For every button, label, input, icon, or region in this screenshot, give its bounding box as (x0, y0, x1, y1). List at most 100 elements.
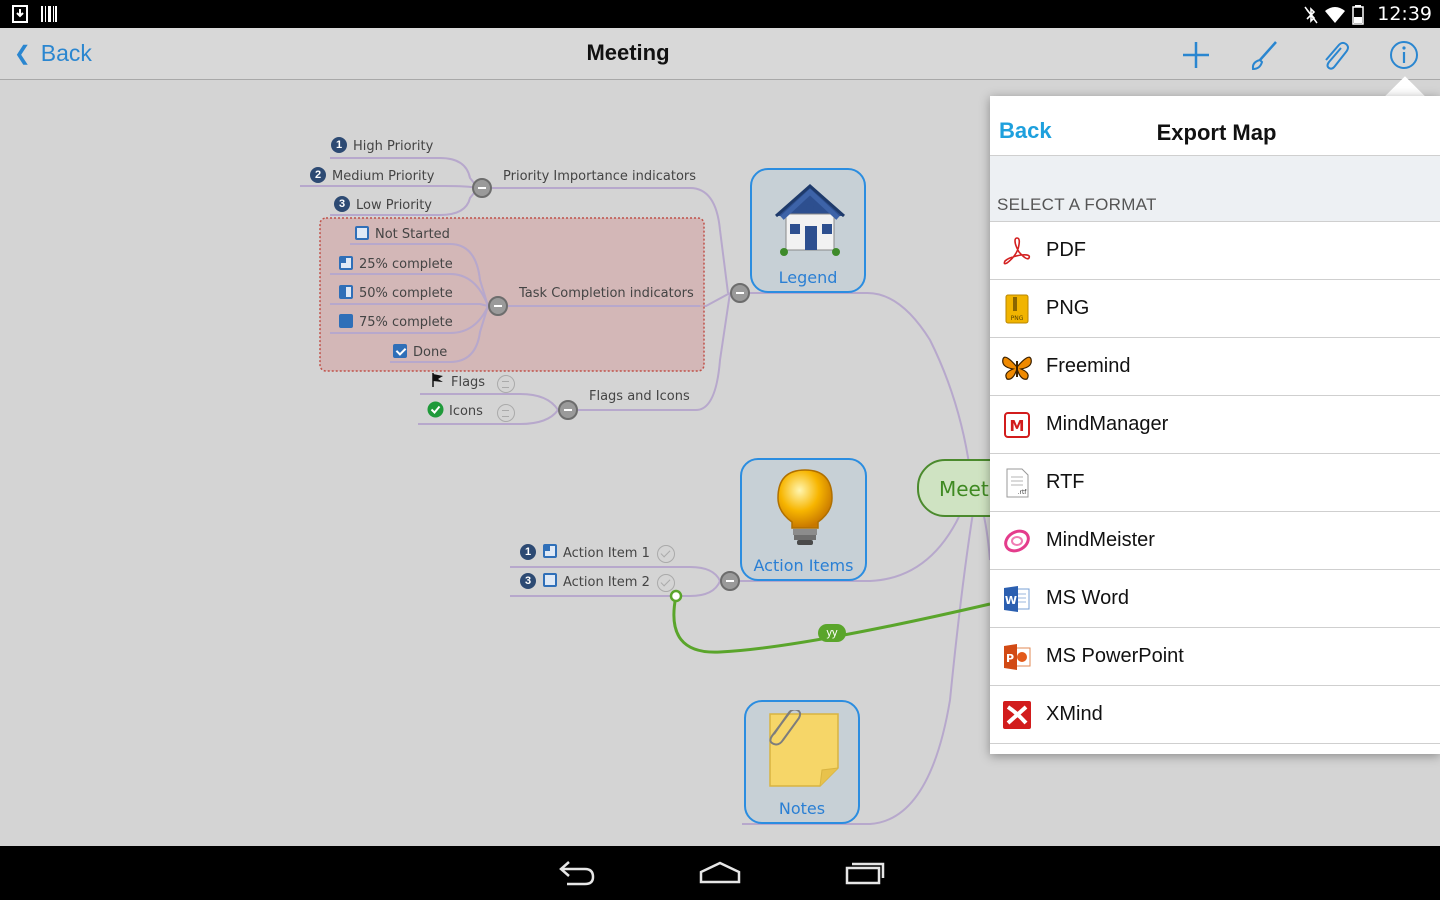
popover-back-button[interactable]: Back (999, 118, 1052, 144)
topic-high-priority[interactable]: High Priority (353, 139, 433, 154)
svg-text:M: M (1010, 417, 1025, 435)
info-button[interactable] (1387, 38, 1421, 72)
topic-low-priority[interactable]: Low Priority (356, 198, 432, 213)
svg-text:P: P (1006, 652, 1014, 665)
topic-done[interactable]: Done (413, 345, 447, 360)
back-nav-icon[interactable] (555, 858, 597, 888)
task-done-icon (393, 344, 407, 358)
add-icon (1183, 42, 1209, 68)
node-action-items-label: Action Items (753, 556, 854, 575)
format-label: PNG (1046, 297, 1090, 319)
node-legend-label: Legend (778, 268, 838, 287)
format-row-mindmeister[interactable]: MindMeister (990, 512, 1440, 570)
format-label: RTF (1046, 471, 1085, 493)
svg-text:PNG: PNG (1011, 315, 1024, 322)
msword-icon: W (1004, 586, 1030, 612)
task-25-icon (339, 256, 353, 270)
download-notification-icon (12, 5, 28, 23)
topic-not-started[interactable]: Not Started (375, 227, 450, 242)
format-row-mspowerpoint[interactable]: P MS PowerPoint (990, 628, 1440, 686)
format-label: MS Word (1046, 587, 1129, 609)
action-bar: ❮ Back Meeting (0, 28, 1440, 80)
collapse-action-items-button[interactable] (720, 571, 740, 591)
section-header: SELECT A FORMAT (990, 156, 1440, 222)
popover-header: Export Map Back (990, 96, 1440, 156)
topic-flags[interactable]: Flags (451, 375, 485, 390)
collapse-task-button[interactable] (488, 296, 508, 316)
format-row-freemind[interactable]: Freemind (990, 338, 1440, 396)
task-50-icon (339, 285, 353, 299)
house-icon (775, 183, 845, 256)
popover-title: Export Map (1156, 120, 1277, 145)
topic-priority-importance[interactable]: Priority Importance indicators (503, 169, 696, 184)
node-legend[interactable]: Legend (750, 168, 866, 293)
format-row-rtf[interactable]: .rtf RTF (990, 454, 1440, 512)
clock: 12:39 (1377, 3, 1432, 25)
format-row-xmind[interactable]: XMind (990, 686, 1440, 744)
xmind-icon (1003, 701, 1031, 729)
priority-3-icon: 3 (520, 573, 536, 589)
mspowerpoint-icon: P (1004, 644, 1031, 670)
completion-check-icon[interactable] (657, 574, 675, 592)
node-notes[interactable]: Notes (744, 700, 860, 824)
note-icon[interactable] (497, 404, 515, 422)
wifi-icon (1325, 7, 1345, 23)
collapse-flags-button[interactable] (558, 400, 578, 420)
task-75-icon (339, 314, 353, 328)
format-label: PDF (1046, 239, 1086, 261)
format-label: Freemind (1046, 355, 1131, 377)
svg-text:W: W (1005, 594, 1017, 607)
task-25-icon (543, 544, 557, 558)
sticky-note-icon (769, 710, 839, 787)
png-icon: PNG (1005, 294, 1029, 324)
mindmeister-icon (1004, 529, 1030, 553)
brush-icon (1251, 41, 1277, 71)
attach-button[interactable] (1317, 38, 1351, 72)
check-circle-icon (427, 401, 444, 418)
topic-25-complete[interactable]: 25% complete (359, 257, 453, 272)
completion-check-icon[interactable] (657, 545, 675, 563)
priority-2-icon: 2 (310, 167, 326, 183)
format-row-msword[interactable]: W MS Word (990, 570, 1440, 628)
flag-icon (432, 373, 443, 387)
topic-icons[interactable]: Icons (449, 404, 483, 419)
paperclip-icon (1325, 41, 1349, 70)
note-icon[interactable] (497, 375, 515, 393)
format-label: MindMeister (1046, 529, 1155, 551)
recents-nav-icon[interactable] (843, 858, 887, 888)
style-button[interactable] (1248, 38, 1282, 72)
topic-action-item-2[interactable]: Action Item 2 (563, 575, 650, 590)
topic-flags-and-icons[interactable]: Flags and Icons (589, 389, 690, 404)
node-action-items[interactable]: Action Items (740, 458, 867, 581)
format-row-mindmanager[interactable]: M MindManager (990, 396, 1440, 454)
topic-50-complete[interactable]: 50% complete (359, 286, 453, 301)
bluetooth-off-icon (1304, 6, 1318, 24)
topic-action-item-1[interactable]: Action Item 1 (563, 546, 650, 561)
topic-75-complete[interactable]: 75% complete (359, 315, 453, 330)
task-not-started-icon (355, 226, 369, 240)
freemind-icon (1002, 356, 1032, 380)
barcode-notification-icon (41, 6, 57, 22)
relationship-label[interactable]: yy (818, 624, 846, 642)
format-label: MindManager (1046, 413, 1169, 435)
task-not-started-icon (543, 573, 557, 587)
info-icon (1390, 41, 1418, 69)
node-notes-label: Notes (778, 799, 826, 818)
topic-medium-priority[interactable]: Medium Priority (332, 169, 434, 184)
collapse-priority-button[interactable] (472, 178, 492, 198)
topic-task-completion[interactable]: Task Completion indicators (519, 286, 694, 301)
svg-text:.rtf: .rtf (1018, 489, 1028, 496)
lightbulb-icon (777, 469, 833, 545)
add-button[interactable] (1179, 38, 1213, 72)
battery-icon (1352, 5, 1364, 25)
mindmanager-icon: M (1004, 412, 1030, 438)
priority-1-icon: 1 (520, 544, 536, 560)
format-row-pdf[interactable]: PDF (990, 222, 1440, 280)
status-bar: 12:39 (0, 0, 1440, 28)
pdf-icon (1003, 237, 1031, 265)
section-label: SELECT A FORMAT (997, 195, 1157, 214)
home-nav-icon[interactable] (698, 858, 742, 888)
format-label: XMind (1046, 703, 1103, 725)
format-row-png[interactable]: PNG PNG (990, 280, 1440, 338)
collapse-legend-button[interactable] (730, 283, 750, 303)
